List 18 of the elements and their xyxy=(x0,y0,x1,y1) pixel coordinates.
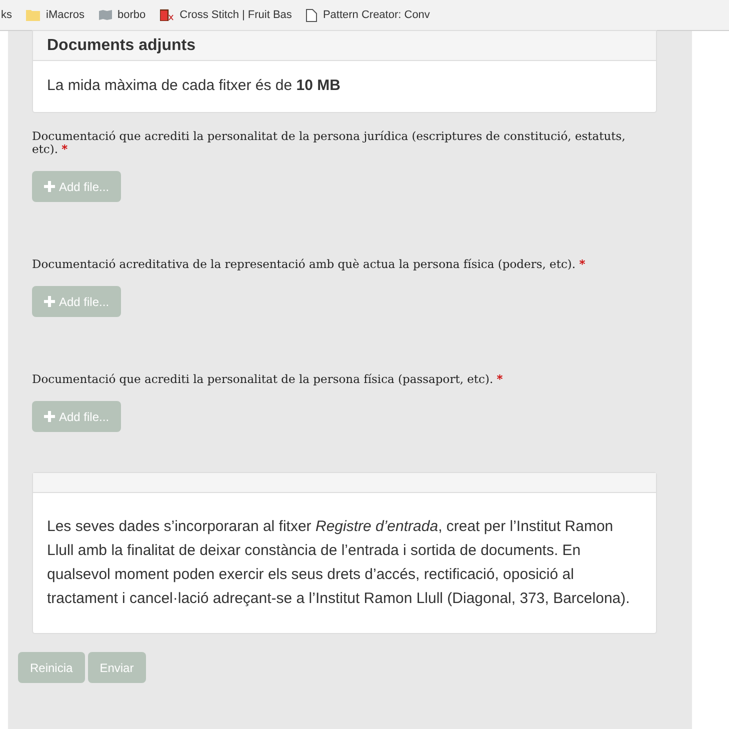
field-label: Documentació acreditativa de la representació amb què actua la persona física (poders, etc). * xyxy=(32,258,586,271)
map-icon xyxy=(98,10,112,20)
bookmark-link[interactable]: iMacros xyxy=(46,6,85,24)
card-title: Documents adjunts xyxy=(47,36,196,56)
bookmark-link[interactable]: ks xyxy=(1,6,12,24)
stitch-icon xyxy=(160,9,174,21)
privacy-notice: Les seves dades s’incorporaran al fitxer Registre d’entrada, creat per l’Institut Ramon Llull amb la finalitat de deixar constància de l’entrada i sortida de documents. En qualsevol moment poden exercir els seus drets d’accés, rectificació, oposició al tractament i cancel·lació adreçant-se a l’Institut Ramon Llull (Diagonal, 373, Barcelona). xyxy=(46,517,631,609)
plus-icon xyxy=(44,181,55,192)
size-note: La mida màxima de cada fitxer és de 10 MB xyxy=(47,76,340,96)
page-icon xyxy=(306,8,317,22)
plus-icon xyxy=(44,296,55,307)
field-label: Documentació que acrediti la personalitat de la persona física (passaport, etc). * xyxy=(32,373,504,386)
plus-icon xyxy=(44,411,55,422)
folder-icon xyxy=(26,9,40,21)
bookmark-link[interactable]: Cross Stitch | Fruit Bas xyxy=(180,6,292,24)
field-label: Documentació que acrediti la personalitat de la persona jurídica (escriptures de constitució, estatuts, etc). * xyxy=(32,130,626,156)
bookmark-link[interactable]: borbo xyxy=(118,6,146,24)
bookmark-link[interactable]: Pattern Creator: Conv xyxy=(322,6,430,24)
